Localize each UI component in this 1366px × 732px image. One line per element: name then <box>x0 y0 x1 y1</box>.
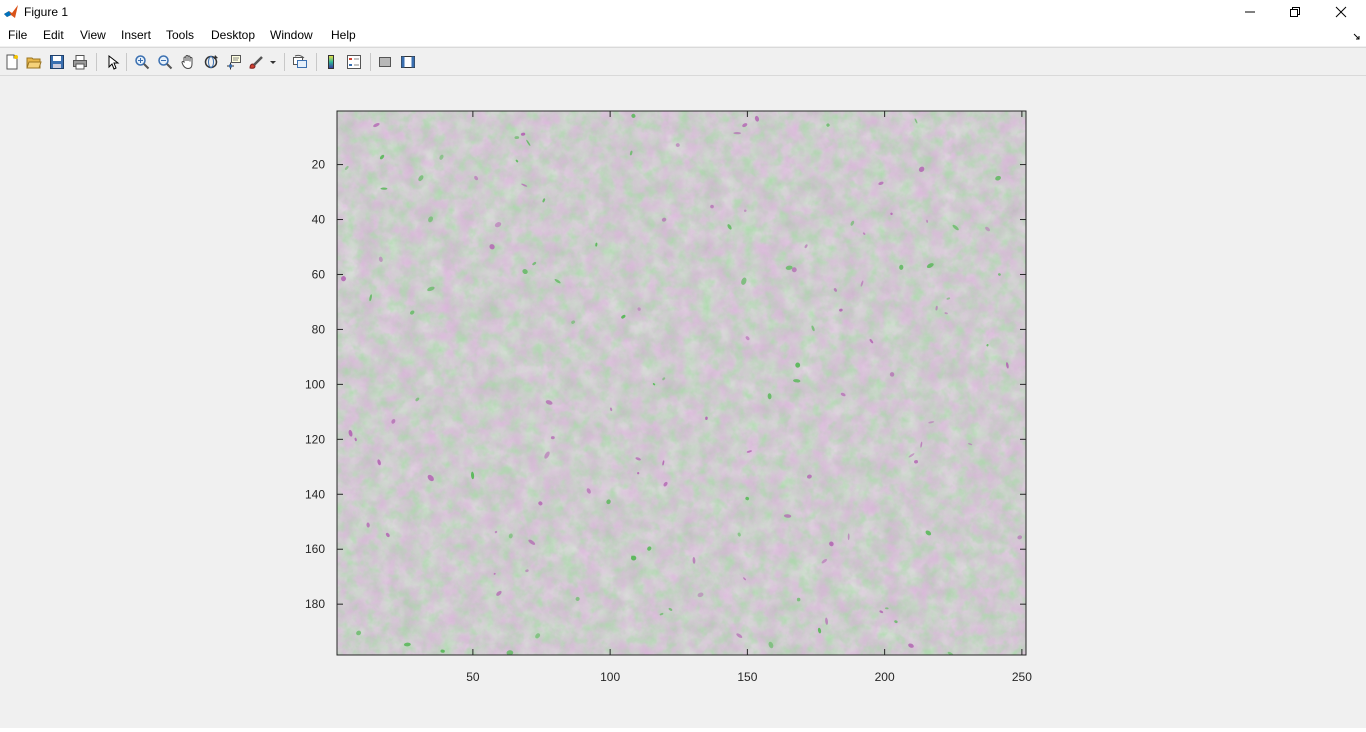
y-tick-label: 100 <box>305 377 325 391</box>
y-tick-label: 160 <box>305 542 325 556</box>
image-content <box>337 111 1026 655</box>
x-tick-label: 250 <box>1012 670 1032 684</box>
x-tick-label: 150 <box>737 670 757 684</box>
y-tick-label: 140 <box>305 487 325 501</box>
y-tick-label: 20 <box>312 158 326 172</box>
y-tick-label: 120 <box>305 432 325 446</box>
window-bottom-edge <box>0 728 1366 732</box>
y-tick-label: 80 <box>312 322 326 336</box>
y-tick-label: 180 <box>305 597 325 611</box>
x-tick-label: 50 <box>466 670 480 684</box>
y-tick-label: 40 <box>312 213 326 227</box>
x-tick-label: 100 <box>600 670 620 684</box>
y-tick-label: 60 <box>312 267 326 281</box>
x-tick-label: 200 <box>875 670 895 684</box>
image-axes[interactable]: 50 100 150 200 250 20 40 60 80 100 120 140 160 180 <box>0 0 1366 732</box>
